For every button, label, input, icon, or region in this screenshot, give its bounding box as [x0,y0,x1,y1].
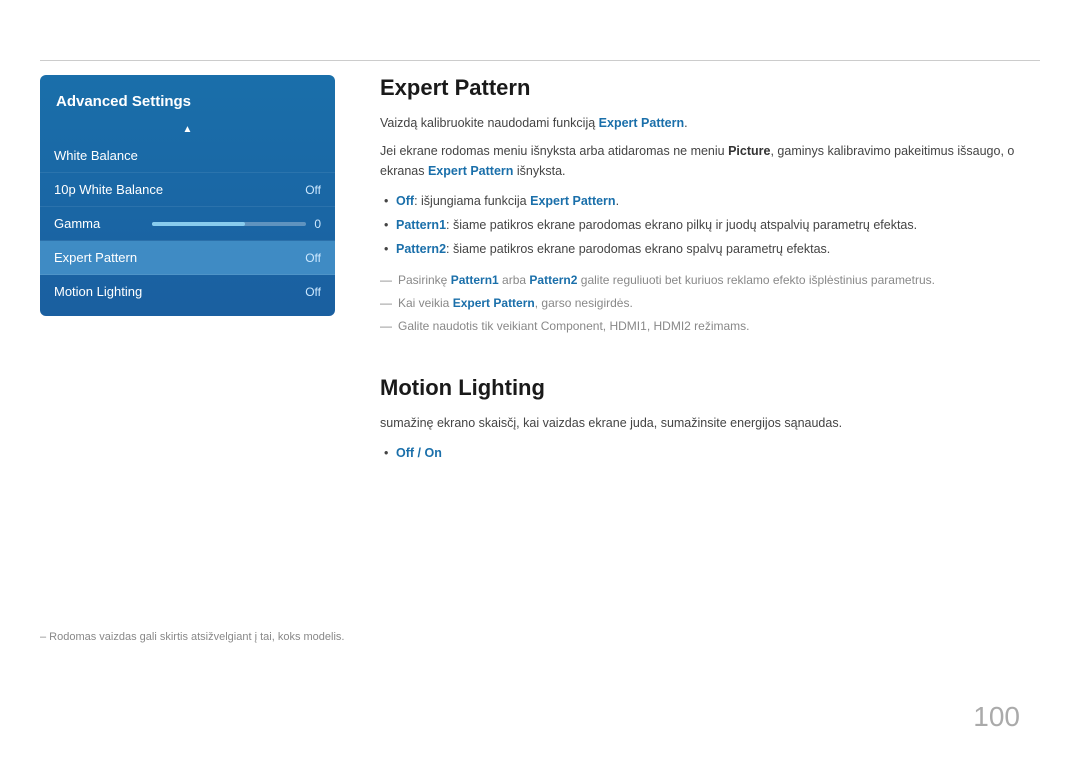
menu-item-gamma[interactable]: Gamma 0 [40,207,335,241]
menu-label-motion-lighting: Motion Lighting [54,284,144,299]
menu-value-10p-white-balance: Off [305,183,321,197]
menu-item-motion-lighting[interactable]: Motion Lighting Off [40,275,335,308]
dash-item-2: Kai veikia Expert Pattern, garso nesigir… [380,292,1040,315]
intro2-bold1: Picture [728,144,770,158]
dash2-post: , garso nesigirdės. [535,296,633,310]
expert-pattern-intro1: Vaizdą kalibruokite naudodami funkciją E… [380,113,1040,133]
intro2-pre: Jei ekrane rodomas meniu išnyksta arba a… [380,144,728,158]
menu-label-white-balance: White Balance [54,148,144,163]
intro1-pre: Vaizdą kalibruokite naudodami funkciją [380,116,599,130]
menu-label-expert-pattern: Expert Pattern [54,250,144,265]
bullet-pattern2-text: : šiame patikros ekrane parodomas ekrano… [446,242,830,256]
dash1-pre: Pasirinkę [398,273,451,287]
bullet-pattern1-bold: Pattern1 [396,218,446,232]
dash3-pre: Galite naudotis tik veikiant [398,319,541,333]
section-divider [380,345,1040,375]
dash3-bold3: HDMI2 [653,319,690,333]
menu-label-10p-white-balance: 10p White Balance [54,182,163,197]
menu-value-expert-pattern: Off [305,251,321,265]
bullet-pattern2-bold: Pattern2 [396,242,446,256]
dash3-bold2: HDMI1 [609,319,646,333]
menu-label-gamma: Gamma [54,216,144,231]
intro1-post: . [684,116,687,130]
footer-note: – Rodomas vaizdas gali skirtis atsižvelg… [40,631,344,643]
advanced-settings-menu: Advanced Settings ▲ White Balance 10p Wh… [40,75,335,316]
page-number: 100 [973,701,1020,733]
motion-lighting-bullets: Off / On [380,441,1040,465]
dash-item-1: Pasirinkę Pattern1 arba Pattern2 galite … [380,269,1040,292]
expert-pattern-intro2: Jei ekrane rodomas meniu išnyksta arba a… [380,141,1040,181]
gamma-slider-container [152,222,306,226]
dash1-bold1: Pattern1 [451,273,499,287]
bullet-off-bold: Off [396,194,414,208]
dash2-pre: Kai veikia [398,296,453,310]
dash3-bold1: Component [541,319,603,333]
menu-item-10p-white-balance[interactable]: 10p White Balance Off [40,173,335,207]
gamma-slider-fill [152,222,245,226]
dash1-bold2: Pattern2 [529,273,577,287]
off-on-bold: Off / On [396,446,442,460]
bullet-off-on: Off / On [380,441,1040,465]
bullet-off-end: . [616,194,619,208]
expert-pattern-bullets: Off: išjungiama funkcija Expert Pattern.… [380,189,1040,261]
bullet-off-bold2: Expert Pattern [530,194,615,208]
motion-lighting-title: Motion Lighting [380,375,1040,401]
dash1-post: galite reguliuoti bet kuriuos reklamo ef… [577,273,935,287]
main-content: Expert Pattern Vaizdą kalibruokite naudo… [380,75,1040,473]
intro2-post: išnyksta. [513,164,565,178]
intro1-bold: Expert Pattern [599,116,684,130]
top-divider [40,60,1040,61]
menu-value-motion-lighting: Off [305,285,321,299]
sidebar-title: Advanced Settings [40,83,335,124]
motion-lighting-body: sumažinę ekrano skaisčį, kai vaizdas ekr… [380,413,1040,433]
bullet-off: Off: išjungiama funkcija Expert Pattern. [380,189,1040,213]
bullet-pattern2: Pattern2: šiame patikros ekrane parodoma… [380,237,1040,261]
menu-value-gamma: 0 [314,217,321,231]
menu-item-white-balance[interactable]: White Balance [40,139,335,173]
expert-pattern-dash-list: Pasirinkę Pattern1 arba Pattern2 galite … [380,269,1040,339]
bullet-pattern1-text: : šiame patikros ekrane parodomas ekrano… [446,218,917,232]
dash2-bold: Expert Pattern [453,296,535,310]
intro2-bold2: Expert Pattern [428,164,513,178]
dash1-mid: arba [499,273,530,287]
bullet-off-text: išjungiama funkcija [418,194,531,208]
dash-item-3: Galite naudotis tik veikiant Component, … [380,315,1040,338]
expert-pattern-title: Expert Pattern [380,75,1040,101]
sidebar-arrow-up: ▲ [40,124,335,135]
gamma-slider-track [152,222,306,226]
dash3-post: režimams. [691,319,750,333]
menu-item-expert-pattern[interactable]: Expert Pattern Off [40,241,335,275]
bullet-pattern1: Pattern1: šiame patikros ekrane parodoma… [380,213,1040,237]
